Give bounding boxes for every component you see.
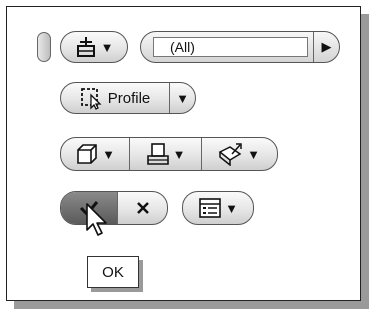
solid-output-button[interactable]: ▼ bbox=[61, 138, 129, 170]
chevron-down-icon: ▼ bbox=[176, 90, 189, 106]
solid-icon bbox=[75, 142, 99, 166]
chevron-down-icon: ▼ bbox=[172, 146, 186, 162]
profile-select-segment[interactable]: Profile bbox=[61, 83, 169, 113]
mouse-cursor-icon bbox=[85, 202, 109, 238]
profile-button[interactable]: Profile ▼ bbox=[60, 82, 196, 114]
toolbar-grip-handle[interactable] bbox=[37, 32, 51, 62]
x-icon bbox=[134, 199, 152, 217]
chevron-down-icon: ▼ bbox=[225, 200, 238, 216]
output-plane-icon bbox=[146, 142, 170, 166]
cancel-button[interactable] bbox=[117, 192, 167, 224]
chevron-down-icon: ▼ bbox=[100, 39, 114, 55]
ok-tooltip: OK bbox=[87, 256, 139, 288]
selection-filter-button[interactable]: ▼ bbox=[60, 31, 128, 63]
output-options-group: ▼ ▼ ▼ bbox=[60, 137, 278, 171]
options-menu-button[interactable]: ▼ bbox=[182, 191, 254, 225]
selection-filter-combo[interactable]: (All) ▶ bbox=[140, 31, 340, 63]
profile-icon bbox=[80, 86, 104, 110]
profile-dropdown[interactable]: ▼ bbox=[169, 83, 195, 113]
chevron-down-icon: ▼ bbox=[102, 146, 115, 162]
surface-output-button[interactable]: ▼ bbox=[201, 138, 276, 170]
selection-filter-value[interactable]: (All) bbox=[153, 37, 308, 57]
options-menu-icon bbox=[198, 197, 222, 219]
surface-icon bbox=[218, 142, 244, 166]
chevron-right-icon[interactable]: ▶ bbox=[313, 32, 339, 62]
chevron-down-icon: ▼ bbox=[247, 146, 260, 162]
ok-cancel-group bbox=[60, 191, 168, 225]
selection-filter-icon bbox=[75, 36, 97, 58]
profile-label: Profile bbox=[107, 89, 151, 107]
output-plane-button[interactable]: ▼ bbox=[129, 138, 201, 170]
